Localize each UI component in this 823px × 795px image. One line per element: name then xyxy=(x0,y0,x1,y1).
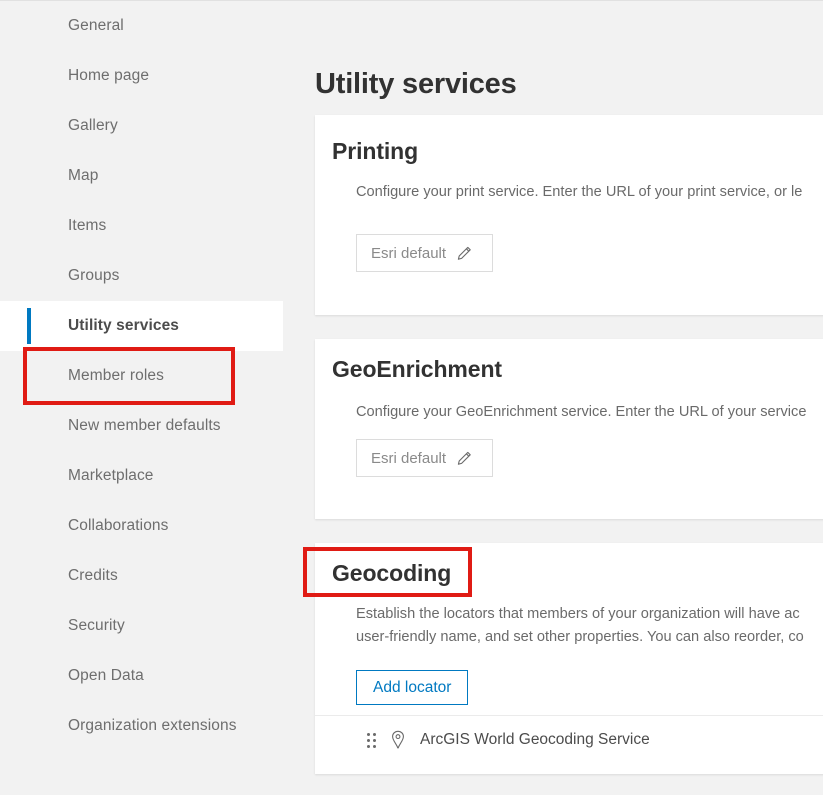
sidebar-item-label: Items xyxy=(68,217,106,235)
sidebar-item-new-member-defaults[interactable]: New member defaults xyxy=(0,401,283,451)
main-content: Utility services Printing Configure your… xyxy=(283,1,823,795)
settings-sidebar: General Home page Gallery Map Items Groups Uti… xyxy=(0,1,283,795)
sidebar-item-credits[interactable]: Credits xyxy=(0,551,283,601)
sidebar-item-label: Organization extensions xyxy=(68,717,237,735)
active-indicator-bar xyxy=(27,308,31,344)
sidebar-item-items[interactable]: Items xyxy=(0,201,283,251)
geoenrichment-card-description: Configure your GeoEnrichment service. En… xyxy=(356,401,806,424)
sidebar-item-open-data[interactable]: Open Data xyxy=(0,651,283,701)
printing-card: Printing Configure your print service. E… xyxy=(315,115,823,315)
sidebar-item-label: Security xyxy=(68,617,125,635)
sidebar-item-member-roles[interactable]: Member roles xyxy=(0,351,283,401)
geocoding-card-heading: Geocoding xyxy=(332,560,451,587)
sidebar-item-label: Marketplace xyxy=(68,467,154,485)
geocoding-description-line-1: Establish the locators that members of y… xyxy=(356,606,800,622)
sidebar-item-label: Credits xyxy=(68,567,118,585)
printing-card-description: Configure your print service. Enter the … xyxy=(356,181,802,204)
sidebar-item-label: Home page xyxy=(68,67,149,85)
print-service-value[interactable]: Esri default xyxy=(356,234,493,272)
pencil-icon[interactable] xyxy=(456,245,473,262)
sidebar-item-label: Gallery xyxy=(68,117,118,135)
geoenrichment-service-value-text: Esri default xyxy=(357,450,446,467)
sidebar-item-general[interactable]: General xyxy=(0,1,283,51)
sidebar-item-label: Map xyxy=(68,167,98,185)
sidebar-item-label: Utility services xyxy=(68,317,179,335)
sidebar-item-home-page[interactable]: Home page xyxy=(0,51,283,101)
sidebar-item-label: General xyxy=(68,17,124,35)
sidebar-item-label: Collaborations xyxy=(68,517,169,535)
sidebar-item-gallery[interactable]: Gallery xyxy=(0,101,283,151)
location-pin-icon xyxy=(389,730,407,751)
sidebar-item-label: Open Data xyxy=(68,667,144,685)
geoenrichment-card: GeoEnrichment Configure your GeoEnrichme… xyxy=(315,339,823,519)
locator-list-item[interactable]: ArcGIS World Geocoding Service xyxy=(315,716,823,764)
sidebar-item-collaborations[interactable]: Collaborations xyxy=(0,501,283,551)
geoenrichment-card-heading: GeoEnrichment xyxy=(332,356,502,383)
drag-handle-icon[interactable] xyxy=(367,733,376,748)
sidebar-item-groups[interactable]: Groups xyxy=(0,251,283,301)
page-title: Utility services xyxy=(315,68,517,101)
sidebar-item-label: Groups xyxy=(68,267,119,285)
geoenrichment-service-value[interactable]: Esri default xyxy=(356,439,493,477)
pencil-icon[interactable] xyxy=(456,450,473,467)
sidebar-item-label: New member defaults xyxy=(68,417,221,435)
sidebar-item-utility-services[interactable]: Utility services xyxy=(0,301,283,351)
printing-card-heading: Printing xyxy=(332,138,418,165)
geocoding-description-line-2: user-friendly name, and set other proper… xyxy=(356,629,804,645)
sidebar-item-marketplace[interactable]: Marketplace xyxy=(0,451,283,501)
add-locator-button[interactable]: Add locator xyxy=(356,670,468,705)
geocoding-card: Geocoding Establish the locators that me… xyxy=(315,543,823,774)
sidebar-item-label: Member roles xyxy=(68,367,164,385)
sidebar-item-security[interactable]: Security xyxy=(0,601,283,651)
print-service-value-text: Esri default xyxy=(357,245,446,262)
settings-page: General Home page Gallery Map Items Groups Uti… xyxy=(0,0,823,795)
sidebar-item-map[interactable]: Map xyxy=(0,151,283,201)
geocoding-card-description: Establish the locators that members of y… xyxy=(356,603,823,649)
sidebar-item-organization-extensions[interactable]: Organization extensions xyxy=(0,701,283,751)
locator-name: ArcGIS World Geocoding Service xyxy=(420,731,650,749)
